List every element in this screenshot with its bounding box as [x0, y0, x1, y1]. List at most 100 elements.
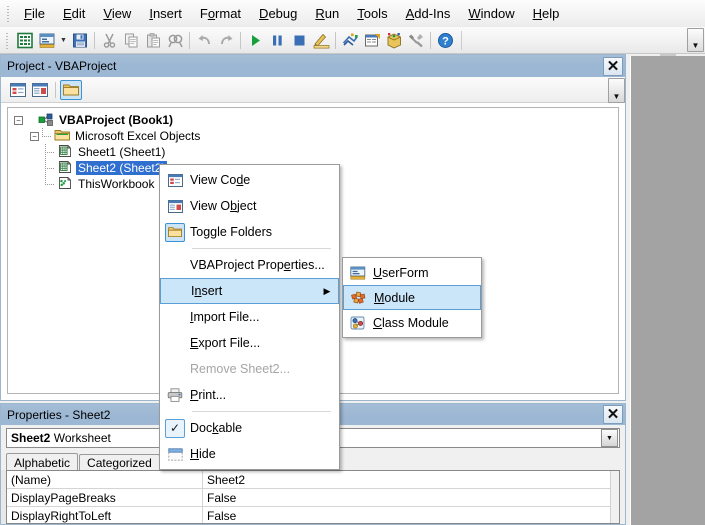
close-icon[interactable]: ✕: [603, 405, 623, 424]
close-icon[interactable]: ✕: [603, 56, 623, 76]
insert-submenu: UserForm Module Class Module: [342, 257, 482, 338]
view-excel-icon[interactable]: [14, 30, 36, 51]
tree-line: [25, 112, 38, 128]
copy-icon[interactable]: [120, 30, 142, 51]
save-icon[interactable]: [69, 30, 91, 51]
view-code-icon[interactable]: [7, 80, 29, 100]
standard-toolbar: ▼ ? ▼: [0, 27, 705, 54]
menu-insert[interactable]: Insert: [140, 3, 191, 25]
svg-text:?: ?: [442, 35, 449, 47]
menu-file[interactable]: File: [15, 3, 54, 25]
tree-label-sheet1: Sheet1 (Sheet1): [78, 145, 166, 159]
vbaproject-icon: [38, 112, 55, 128]
context-menu-separator: [192, 248, 331, 249]
context-menu-item-import-file[interactable]: Import File...: [160, 304, 339, 330]
project-panel-titlebar[interactable]: Project - VBAProject ✕: [1, 55, 625, 77]
checkmark-icon: ✓: [160, 415, 190, 441]
submenu-item-class-module[interactable]: Class Module: [343, 310, 481, 335]
undo-icon[interactable]: [193, 30, 215, 51]
insert-dropdown-arrow[interactable]: ▼: [58, 30, 69, 51]
project-panel-title: Project - VBAProject: [7, 59, 117, 73]
vba-editor-window: File Edit View Insert Format Debug Run T…: [0, 0, 705, 525]
insert-userform-icon[interactable]: [36, 30, 58, 51]
find-icon[interactable]: [164, 30, 186, 51]
context-menu-label: Toggle Folders: [190, 225, 272, 239]
no-icon: [160, 330, 190, 356]
table-row[interactable]: DisplayPageBreaks False: [7, 489, 619, 507]
chevron-right-icon: ▶: [323, 285, 331, 296]
properties-object-name: Sheet2: [11, 431, 51, 445]
tab-alphabetic[interactable]: Alphabetic: [6, 453, 79, 471]
context-menu-label: Import File...: [190, 310, 260, 324]
tree-node-vbaproject[interactable]: − VBAProject (Book1): [12, 112, 618, 128]
tree-line: [44, 176, 57, 192]
pause-icon[interactable]: [266, 30, 288, 51]
properties-grid[interactable]: (Name) Sheet2 DisplayPageBreaks False Di…: [6, 470, 620, 524]
context-menu-item-vbaproject-properties[interactable]: VBAProject Properties...: [160, 252, 339, 278]
property-name: DisplayRightToLeft: [7, 507, 203, 523]
menu-window[interactable]: Window: [459, 3, 523, 25]
menu-format[interactable]: Format: [191, 3, 250, 25]
context-menu-item-dockable[interactable]: ✓ Dockable: [160, 415, 339, 441]
tree-label-sheet2: Sheet2 (Sheet2): [76, 161, 168, 175]
property-value[interactable]: Sheet2: [203, 471, 619, 488]
toolbox-icon[interactable]: [405, 30, 427, 51]
context-menu-label: Hide: [190, 447, 216, 461]
context-menu-item-export-file[interactable]: Export File...: [160, 330, 339, 356]
design-mode-icon[interactable]: [310, 30, 332, 51]
no-icon: [160, 252, 190, 278]
submenu-item-userform[interactable]: UserForm: [343, 260, 481, 285]
project-explorer-icon[interactable]: [339, 30, 361, 51]
table-row[interactable]: DisplayRightToLeft False: [7, 507, 619, 523]
submenu-label: Class Module: [373, 315, 449, 330]
cut-icon[interactable]: [98, 30, 120, 51]
properties-grid-scrollbar[interactable]: [610, 471, 619, 523]
menu-help[interactable]: Help: [524, 3, 569, 25]
project-context-menu: View Code View Object Toggle Folders VBA…: [159, 164, 340, 470]
tab-categorized[interactable]: Categorized: [79, 454, 160, 471]
context-menu-separator: [192, 411, 331, 412]
submenu-item-module[interactable]: Module: [343, 285, 481, 310]
menu-view[interactable]: View: [94, 3, 140, 25]
toolbar-separator: [94, 31, 95, 49]
project-toolbar-separator: [55, 81, 56, 98]
table-row[interactable]: (Name) Sheet2: [7, 471, 619, 489]
context-menu-item-insert[interactable]: Insert ▶: [160, 278, 339, 304]
tree-node-excel-objects[interactable]: − Microsoft Excel Objects: [12, 128, 618, 144]
stop-icon[interactable]: [288, 30, 310, 51]
redo-icon[interactable]: [215, 30, 237, 51]
property-value[interactable]: False: [203, 507, 619, 523]
no-icon: [160, 304, 190, 330]
menu-bar-grip[interactable]: [3, 4, 13, 23]
help-icon[interactable]: ?: [434, 30, 456, 51]
no-icon: [161, 278, 191, 304]
project-scroll-spin[interactable]: ▼: [608, 78, 625, 103]
object-browser-icon[interactable]: [383, 30, 405, 51]
expander-vbaproject[interactable]: −: [12, 112, 25, 128]
run-icon[interactable]: [244, 30, 266, 51]
context-menu-label: VBAProject Properties...: [190, 258, 325, 272]
toolbar-separator-2: [189, 31, 190, 49]
expander-excel-objects[interactable]: −: [28, 128, 41, 144]
no-icon: [160, 356, 190, 382]
menu-edit[interactable]: Edit: [54, 3, 94, 25]
context-menu-item-hide[interactable]: Hide: [160, 441, 339, 467]
context-menu-item-print[interactable]: Print...: [160, 382, 339, 408]
context-menu-item-view-object[interactable]: View Object: [160, 193, 339, 219]
tree-label-vbaproject: VBAProject (Book1): [59, 113, 174, 127]
toggle-folders-icon[interactable]: [60, 79, 82, 100]
property-value[interactable]: False: [203, 489, 619, 506]
menu-debug[interactable]: Debug: [250, 3, 306, 25]
toolbar-grip[interactable]: [3, 31, 11, 49]
context-menu-item-view-code[interactable]: View Code: [160, 167, 339, 193]
context-menu-item-toggle-folders[interactable]: Toggle Folders: [160, 219, 339, 245]
tree-node-sheet1[interactable]: Sheet1 (Sheet1): [12, 144, 618, 160]
properties-window-icon[interactable]: [361, 30, 383, 51]
paste-icon[interactable]: [142, 30, 164, 51]
menu-tools[interactable]: Tools: [348, 3, 396, 25]
menu-run[interactable]: Run: [306, 3, 348, 25]
menu-add-ins[interactable]: Add-Ins: [397, 3, 460, 25]
toolbar-scroll-spin[interactable]: ▼: [687, 28, 704, 52]
chevron-down-icon[interactable]: ▼: [601, 429, 618, 447]
view-object-icon[interactable]: [29, 80, 51, 100]
